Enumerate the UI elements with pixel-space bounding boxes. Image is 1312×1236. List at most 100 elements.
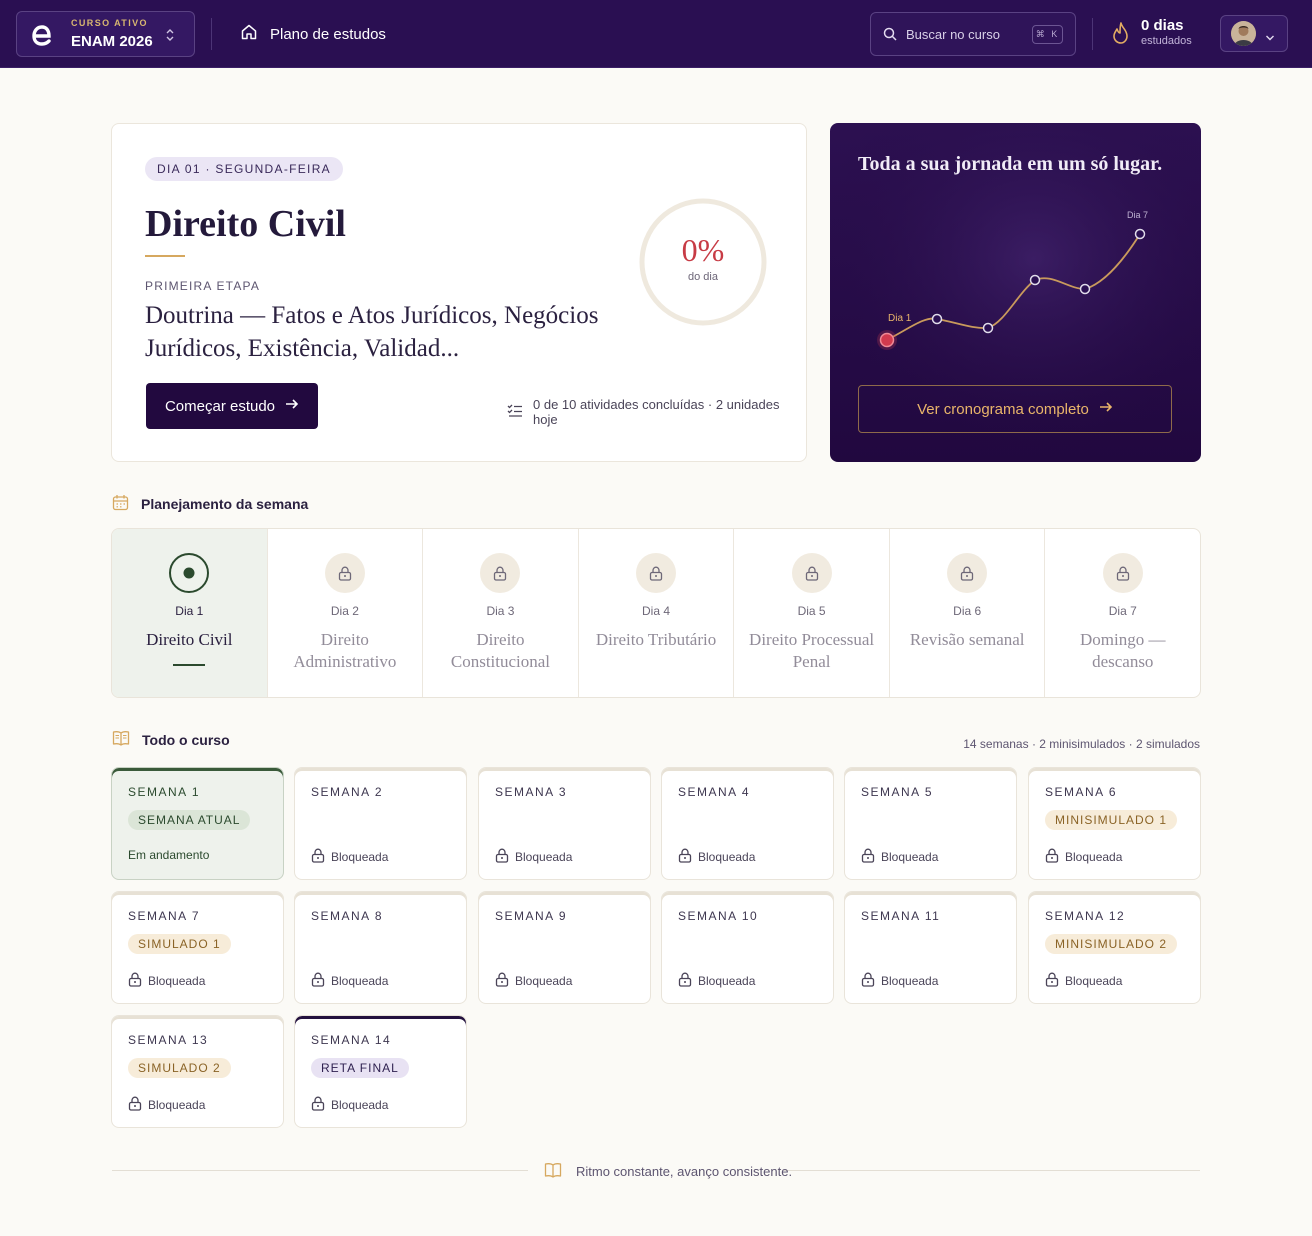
- course-header: Todo o curso: [112, 730, 230, 749]
- study-plan-link[interactable]: Plano de estudos: [240, 23, 386, 45]
- week-card-title: SEMANA 2: [311, 785, 384, 799]
- week-day-subject: Direito Constitucional: [450, 630, 551, 671]
- journey-point-end: [1134, 228, 1146, 240]
- week-card-11[interactable]: SEMANA 11 Bloqueada: [844, 891, 1017, 1004]
- week-status: Bloqueada: [128, 1096, 205, 1114]
- week-day-subject: Direito Administrativo: [293, 630, 397, 671]
- week-card-13[interactable]: SEMANA 13 SIMULADO 2 Bloqueada: [111, 1015, 284, 1128]
- lock-icon: [495, 848, 509, 866]
- flame-icon: [1110, 21, 1132, 50]
- week-day-3[interactable]: Dia 3 Direito Constitucional: [423, 529, 579, 697]
- lock-icon: [861, 972, 875, 990]
- week-day-5[interactable]: Dia 5 Direito Processual Penal: [734, 529, 890, 697]
- week-planner-header: Planejamento da semana: [112, 494, 308, 514]
- week-badge: MINISIMULADO 2: [1045, 934, 1178, 954]
- week-card-6[interactable]: SEMANA 6 MINISIMULADO 1 Bloqueada: [1028, 767, 1201, 880]
- week-status-text: Bloqueada: [331, 850, 389, 864]
- course-meta: 14 semanas · 2 minisimulados · 2 simulad…: [963, 737, 1200, 751]
- footer-rule: [784, 1170, 1200, 1171]
- week-day-2[interactable]: Dia 2 Direito Administrativo: [268, 529, 424, 697]
- progress-label: do dia: [688, 271, 718, 283]
- journey-card: Dia 1 Dia 7 Toda a sua jornada em um só …: [830, 123, 1201, 462]
- week-status-text: Em andamento: [128, 848, 210, 862]
- lock-icon: [636, 553, 677, 593]
- week-status-text: Bloqueada: [331, 1098, 389, 1112]
- user-menu-button[interactable]: [1220, 15, 1288, 52]
- search-placeholder: Buscar no curso: [906, 27, 1000, 42]
- lock-icon: [128, 972, 142, 990]
- journey-point: [1079, 283, 1091, 295]
- week-badge: RETA FINAL: [311, 1058, 409, 1078]
- week-card-2[interactable]: SEMANA 2 Bloqueada: [294, 767, 467, 880]
- week-card-4[interactable]: SEMANA 4 Bloqueada: [661, 767, 834, 880]
- calendar-icon: [112, 494, 129, 514]
- week-day-subject: Direito Processual Penal: [749, 630, 875, 671]
- search-input[interactable]: Buscar no curso ⌘ K: [870, 12, 1076, 56]
- week-status-text: Bloqueada: [331, 974, 389, 988]
- full-schedule-button[interactable]: Ver cronograma completo: [858, 385, 1172, 433]
- journey-start-label: Dia 1: [888, 313, 912, 324]
- week-card-title: SEMANA 7: [128, 909, 201, 923]
- week-card-title: SEMANA 14: [311, 1033, 392, 1047]
- week-card-title: SEMANA 12: [1045, 909, 1126, 923]
- brand-e-logo: [29, 22, 55, 48]
- week-day-label: Dia 6: [953, 604, 982, 618]
- week-card-12[interactable]: SEMANA 12 MINISIMULADO 2 Bloqueada: [1028, 891, 1201, 1004]
- lock-icon: [678, 972, 692, 990]
- week-status-text: Bloqueada: [698, 850, 756, 864]
- week-planner-title: Planejamento da semana: [141, 496, 309, 512]
- home-icon: [240, 23, 258, 45]
- journey-title: Toda a sua jornada em um só lugar.: [858, 153, 1163, 175]
- journey-point: [982, 322, 994, 334]
- journey-point: [931, 313, 943, 325]
- week-card-8[interactable]: SEMANA 8 Bloqueada: [294, 891, 467, 1004]
- week-card-title: SEMANA 11: [861, 909, 941, 923]
- week-card-7[interactable]: SEMANA 7 SIMULADO 1 Bloqueada: [111, 891, 284, 1004]
- week-status: Bloqueada: [861, 972, 938, 990]
- week-status-text: Bloqueada: [881, 974, 939, 988]
- week-card-9[interactable]: SEMANA 9 Bloqueada: [478, 891, 651, 1004]
- top-bar: CURSO ATIVO ENAM 2026 Plano de estudos B…: [0, 0, 1312, 68]
- week-card-10[interactable]: SEMANA 10 Bloqueada: [661, 891, 834, 1004]
- week-day-7[interactable]: Dia 7 Domingo — descanso: [1045, 529, 1200, 697]
- week-card-14[interactable]: SEMANA 14 RETA FINAL Bloqueada: [294, 1015, 467, 1128]
- start-study-button[interactable]: Começar estudo: [146, 383, 318, 429]
- lock-icon: [311, 972, 325, 990]
- week-card-title: SEMANA 4: [678, 785, 751, 799]
- week-status-text: Bloqueada: [881, 850, 939, 864]
- week-day-1[interactable]: Dia 1 Direito Civil: [112, 529, 268, 697]
- footer-rule: [112, 1170, 528, 1171]
- current-day-icon: [169, 553, 210, 593]
- week-badge: SEMANA ATUAL: [128, 810, 251, 830]
- course-kicker: CURSO ATIVO: [71, 18, 148, 28]
- week-status-text: Bloqueada: [698, 974, 756, 988]
- week-day-label: Dia 2: [330, 604, 359, 618]
- week-card-1[interactable]: SEMANA 1 SEMANA ATUAL Em andamento: [111, 767, 284, 880]
- week-status: Bloqueada: [1045, 848, 1122, 866]
- course-switcher[interactable]: CURSO ATIVO ENAM 2026: [16, 11, 195, 57]
- lock-icon: [947, 553, 988, 593]
- day-chip: DIA 01 · SEGUNDA-FEIRA: [145, 157, 343, 181]
- activities-text: 0 de 10 atividades concluídas · 2 unidad…: [533, 397, 780, 427]
- today-study-card: DIA 01 · SEGUNDA-FEIRA Direito Civil PRI…: [111, 123, 807, 462]
- lock-icon: [861, 848, 875, 866]
- week-day-4[interactable]: Dia 4 Direito Tributário: [579, 529, 735, 697]
- arrow-right-icon: [1099, 400, 1113, 418]
- study-plan-label: Plano de estudos: [270, 25, 386, 43]
- lock-icon: [324, 553, 365, 593]
- week-status: Bloqueada: [678, 972, 755, 990]
- week-card-5[interactable]: SEMANA 5 Bloqueada: [844, 767, 1017, 880]
- week-status: Bloqueada: [678, 848, 755, 866]
- week-status: Bloqueada: [861, 848, 938, 866]
- footer-text: Ritmo constante, avanço consistente.: [576, 1164, 793, 1179]
- week-day-label: Dia 5: [797, 604, 826, 618]
- activities-summary: 0 de 10 atividades concluídas · 2 unidad…: [507, 397, 806, 427]
- lock-icon: [1045, 848, 1059, 866]
- lock-icon: [480, 553, 521, 593]
- week-status-text: Bloqueada: [1065, 850, 1123, 864]
- journey-end-label: Dia 7: [1127, 210, 1148, 220]
- week-day-6[interactable]: Dia 6 Revisão semanal: [890, 529, 1046, 697]
- lesson-topic: Doutrina — Fatos e Atos Jurídicos, Negóc…: [145, 302, 599, 362]
- week-card-3[interactable]: SEMANA 3 Bloqueada: [478, 767, 651, 880]
- topbar-divider: [1092, 18, 1093, 50]
